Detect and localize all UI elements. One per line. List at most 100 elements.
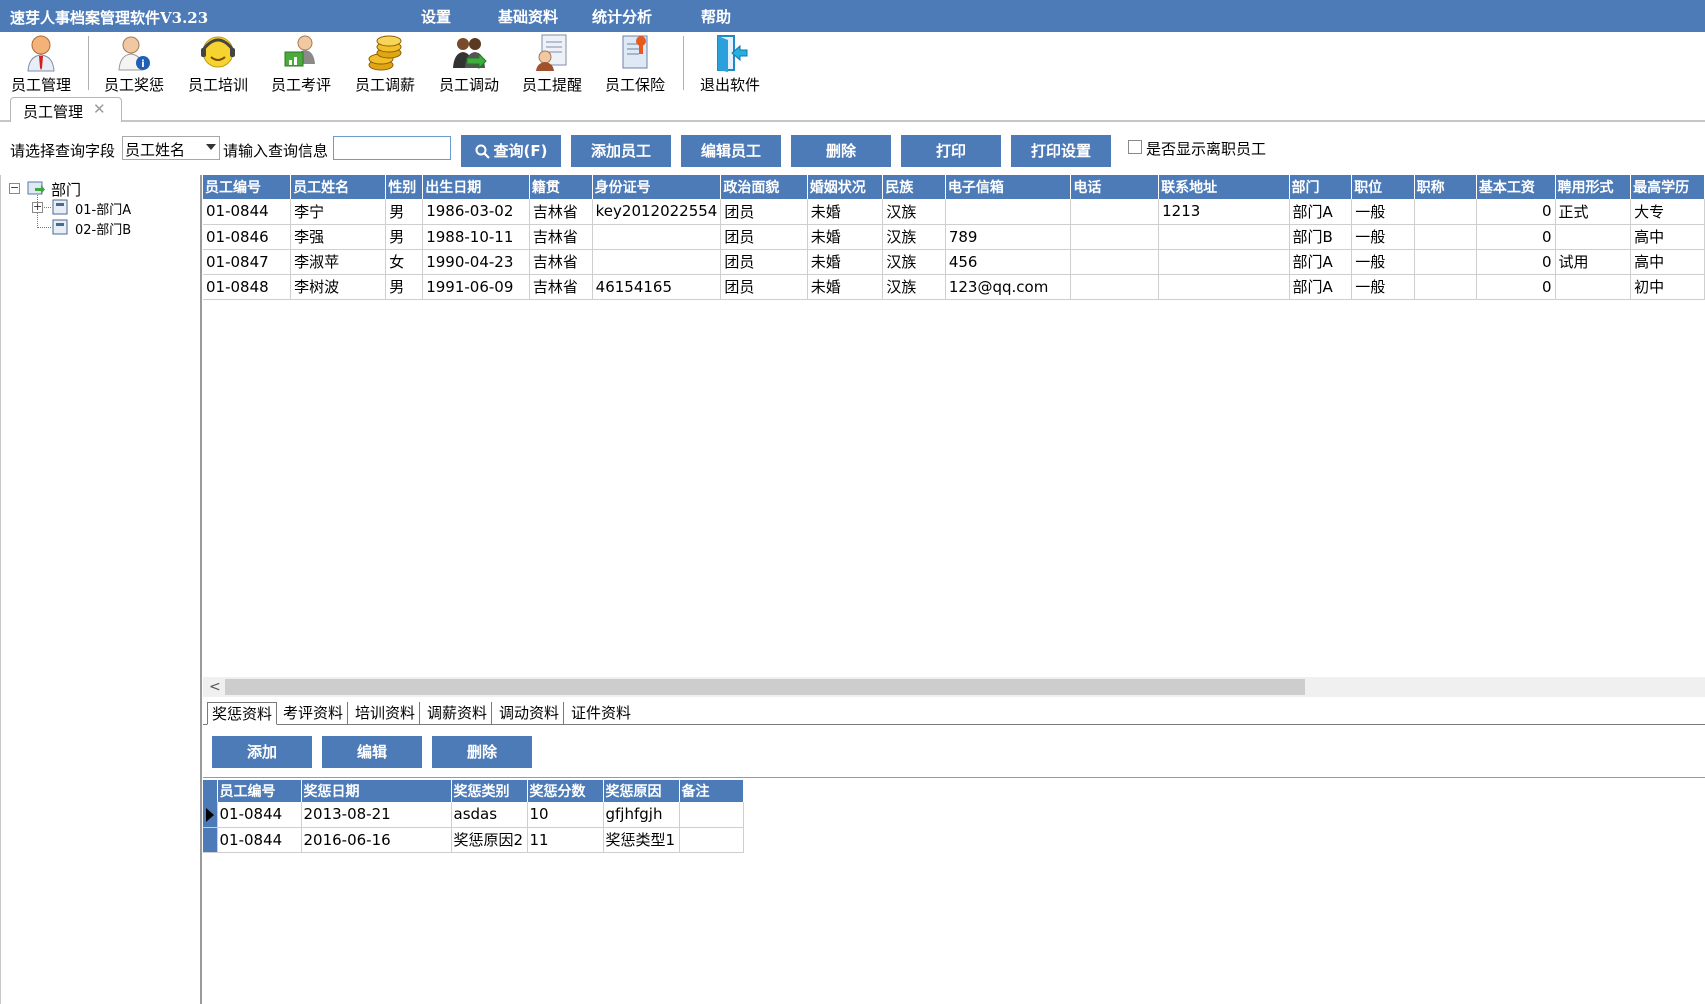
table-cell[interactable] xyxy=(1158,224,1290,250)
table-cell[interactable]: 李宁 xyxy=(290,199,387,225)
table-cell[interactable]: 未婚 xyxy=(807,199,884,225)
scrollbar-thumb[interactable] xyxy=(225,679,1305,695)
table-cell[interactable]: 1213 xyxy=(1158,199,1290,225)
table-cell[interactable]: 部门B xyxy=(1289,224,1353,250)
table-cell[interactable]: 1990-04-23 xyxy=(422,249,530,275)
table-cell[interactable]: 奖惩类型1 xyxy=(603,827,680,853)
table-cell[interactable]: 一般 xyxy=(1351,199,1415,225)
column-header[interactable]: 奖惩原因 xyxy=(603,780,680,802)
column-header[interactable]: 民族 xyxy=(882,175,946,199)
delete-record-button[interactable]: 删除 xyxy=(432,736,532,768)
table-cell[interactable] xyxy=(679,802,744,828)
table-row[interactable]: 01-0844 李宁男 1986-03-02 吉林省 key2012022554 团员 未婚… xyxy=(203,199,1705,225)
table-cell[interactable]: 0 xyxy=(1476,249,1556,275)
column-header[interactable]: 性别 xyxy=(385,175,424,199)
table-cell[interactable] xyxy=(1555,224,1632,250)
table-cell[interactable]: 部门A xyxy=(1289,249,1353,275)
column-header[interactable]: 备注 xyxy=(679,780,744,802)
tab-certificates[interactable]: 证件资料 xyxy=(567,702,635,725)
tab-training[interactable]: 培训资料 xyxy=(351,702,421,725)
table-cell[interactable] xyxy=(1414,274,1477,300)
table-cell[interactable] xyxy=(945,199,1072,225)
table-cell[interactable]: 2016-06-16 xyxy=(301,827,452,853)
menu-help[interactable]: 帮助 xyxy=(701,6,731,27)
toolbar-employee-reminder[interactable]: 员工提醒 xyxy=(512,32,592,94)
toolbar-employee-evaluation[interactable]: 员工考评 xyxy=(261,32,341,94)
table-cell[interactable]: 汉族 xyxy=(882,224,946,250)
table-cell[interactable]: 李淑苹 xyxy=(290,249,387,275)
column-header[interactable]: 奖惩日期 xyxy=(301,780,452,802)
table-cell[interactable]: 李强 xyxy=(290,224,387,250)
table-cell[interactable]: 1991-06-09 xyxy=(422,274,530,300)
column-header[interactable]: 基本工资 xyxy=(1476,175,1556,199)
table-cell[interactable] xyxy=(1555,274,1632,300)
table-cell[interactable]: 李树波 xyxy=(290,274,387,300)
table-row[interactable]: 01-0844 2013-08-21 asdas 10 gfjhfgjh xyxy=(203,802,744,828)
table-cell[interactable]: 01-0844 xyxy=(217,802,302,828)
row-selector[interactable] xyxy=(203,827,218,853)
column-header[interactable]: 最高学历 xyxy=(1630,175,1705,199)
table-row[interactable]: 01-0846 李强男 1988-10-11 吉林省 团员 未婚 汉族 789 部门B 一般 0 高中 xyxy=(203,224,1705,250)
table-cell[interactable]: 456 xyxy=(945,249,1072,275)
table-cell[interactable]: 1986-03-02 xyxy=(422,199,530,225)
column-header[interactable]: 奖惩分数 xyxy=(527,780,604,802)
column-header[interactable]: 出生日期 xyxy=(422,175,530,199)
table-cell[interactable]: 0 xyxy=(1476,224,1556,250)
tab-transfers[interactable]: 调动资料 xyxy=(495,702,565,725)
table-row[interactable]: 01-0847 李淑苹女 1990-04-23 吉林省 团员 未婚 汉族 456 部门A 一般 0 试… xyxy=(203,249,1705,275)
field-select[interactable]: 员工姓名 xyxy=(122,136,220,160)
table-cell[interactable] xyxy=(679,827,744,853)
table-cell[interactable]: 汉族 xyxy=(882,249,946,275)
table-cell[interactable]: asdas xyxy=(451,802,528,828)
table-cell[interactable]: 01-0848 xyxy=(203,274,292,300)
table-cell[interactable]: 未婚 xyxy=(807,224,884,250)
column-header[interactable]: 员工编号 xyxy=(203,175,292,199)
column-header[interactable]: 聘用形式 xyxy=(1555,175,1632,199)
toolbar-salary-adjustment[interactable]: 员工调薪 xyxy=(345,32,425,94)
table-cell[interactable]: 0 xyxy=(1476,199,1556,225)
column-header[interactable]: 联系地址 xyxy=(1158,175,1290,199)
menu-basic-data[interactable]: 基础资料 xyxy=(498,6,558,27)
column-header[interactable]: 员工编号 xyxy=(217,780,302,802)
column-header[interactable]: 部门 xyxy=(1289,175,1353,199)
column-header[interactable]: 职称 xyxy=(1414,175,1477,199)
table-cell[interactable]: 汉族 xyxy=(882,274,946,300)
table-cell[interactable]: 10 xyxy=(527,802,604,828)
column-header[interactable]: 奖惩类别 xyxy=(451,780,528,802)
table-cell[interactable]: 团员 xyxy=(720,249,808,275)
table-row[interactable]: 01-0848 李树波男 1991-06-09 吉林省 46154165 团员 未婚 汉族 12… xyxy=(203,274,1705,300)
table-cell[interactable]: 团员 xyxy=(720,224,808,250)
table-cell[interactable]: 高中 xyxy=(1630,224,1705,250)
table-cell[interactable]: 01-0844 xyxy=(217,827,302,853)
table-cell[interactable]: key2012022554 xyxy=(592,199,722,225)
toolbar-employee-transfer[interactable]: 员工调动 xyxy=(429,32,509,94)
table-cell[interactable]: 吉林省 xyxy=(529,274,593,300)
table-cell[interactable]: 789 xyxy=(945,224,1072,250)
tree-node-root[interactable]: − 部门 xyxy=(7,178,187,199)
table-cell[interactable] xyxy=(1070,199,1160,225)
table-cell[interactable]: 一般 xyxy=(1351,274,1415,300)
table-cell[interactable]: 一般 xyxy=(1351,224,1415,250)
table-cell[interactable]: 一般 xyxy=(1351,249,1415,275)
column-header[interactable]: 身份证号 xyxy=(592,175,722,199)
table-cell[interactable] xyxy=(1158,249,1290,275)
toolbar-employee-insurance[interactable]: 员工保险 xyxy=(595,32,675,94)
table-cell[interactable]: 正式 xyxy=(1555,199,1632,225)
table-cell[interactable]: 01-0844 xyxy=(203,199,292,225)
table-cell[interactable]: 未婚 xyxy=(807,249,884,275)
query-button[interactable]: 查询(F) xyxy=(461,135,561,167)
table-cell[interactable] xyxy=(1070,274,1160,300)
tab-evaluations[interactable]: 考评资料 xyxy=(279,702,349,725)
delete-employee-button[interactable]: 删除 xyxy=(791,135,891,167)
table-cell[interactable]: 男 xyxy=(385,199,424,225)
table-cell[interactable]: 吉林省 xyxy=(529,249,593,275)
print-button[interactable]: 打印 xyxy=(901,135,1001,167)
column-header[interactable]: 政治面貌 xyxy=(720,175,808,199)
table-cell[interactable]: 2013-08-21 xyxy=(301,802,452,828)
table-cell[interactable] xyxy=(592,249,722,275)
tree-node-dept-b[interactable]: 02-部门B xyxy=(7,218,187,238)
table-cell[interactable]: 11 xyxy=(527,827,604,853)
table-cell[interactable]: 试用 xyxy=(1555,249,1632,275)
table-cell[interactable]: 0 xyxy=(1476,274,1556,300)
toolbar-employee-training[interactable]: 员工培训 xyxy=(178,32,258,94)
